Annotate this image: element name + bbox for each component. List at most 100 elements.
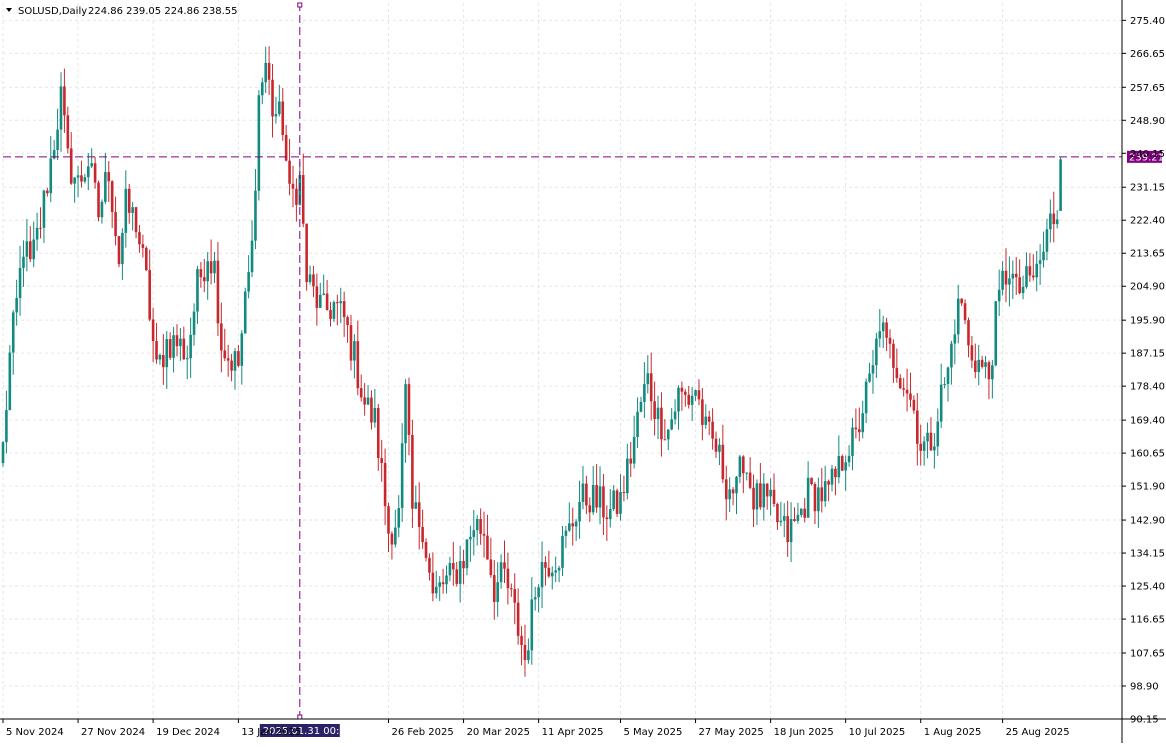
candle-bullish [318,294,322,308]
candle-bearish [295,188,298,205]
candle-bullish [728,489,731,500]
candle-bearish [731,489,735,494]
x-tick-label: 13 Jan 2025 [241,727,301,738]
candle-bearish [288,160,291,184]
candle-bearish [223,350,227,359]
candle-bullish [527,650,530,661]
candle-bullish [578,501,581,522]
candle-bullish [881,322,885,332]
candle-bearish [929,432,933,451]
candle-bearish [680,387,684,392]
candle-bullish [394,527,397,545]
candle-bearish [987,362,991,380]
candle-bearish [69,148,73,184]
candle-bearish [155,341,158,360]
candle-bullish [936,421,940,447]
candle-bearish [428,557,431,573]
candle-bearish [510,588,513,590]
candle-bearish [963,303,967,321]
candle-bearish [721,444,725,480]
candle-bullish [643,384,646,402]
candle-bearish [523,644,527,661]
candle-bearish [967,320,970,346]
candle-bullish [254,190,257,241]
candle-bearish [383,462,387,507]
candle-bearish [629,458,633,464]
candle-bullish [243,291,247,334]
candle-bearish [281,101,285,135]
candle-bullish [769,489,772,497]
crosshair-top-handle [297,2,303,8]
candle-bearish [216,260,220,324]
candle-bullish [56,129,59,151]
candle-bullish [165,339,169,368]
candle-bearish [182,338,186,360]
candle-bullish [1059,159,1062,211]
candle-bearish [1052,213,1056,225]
candle-bullish [690,395,694,405]
candle-bullish [851,427,854,456]
candle-bullish [8,352,12,411]
y-tick-label: 134.15 [1130,549,1165,560]
candle-bearish [571,523,575,527]
candle-bullish [1021,286,1025,294]
y-tick-label: 142.90 [1130,516,1165,527]
candle-bullish [646,373,650,385]
candle-bullish [86,166,90,178]
candle-bullish [673,411,677,420]
candle-bullish [1038,260,1042,264]
candle-bullish [18,268,22,298]
candle-bearish [162,354,165,368]
candle-bullish [448,562,452,576]
candle-bearish [810,477,813,485]
candle-bearish [980,359,984,367]
candle-bearish [793,519,796,521]
candle-bearish [663,439,667,441]
candle-bullish [670,419,673,430]
candle-bearish [820,487,824,502]
y-tick-label: 240.15 [1130,149,1165,160]
candle-bullish [817,487,820,512]
candle-bullish [339,301,343,304]
candle-bullish [257,95,261,191]
candle-bullish [537,587,540,598]
candle-bullish [475,518,479,531]
chart-window[interactable]: 239.21 2025.01.31 00:00 275.40 266.65 257.6… [0,0,1166,743]
ohlc-values: 224.86 239.05 224.86 238.55 [88,6,238,17]
candle-bearish [714,438,718,452]
candle-bullish [124,188,128,233]
candle-bearish [151,319,155,342]
candle-bearish [117,236,121,265]
candle-bearish [175,335,179,347]
candle-bullish [206,261,209,282]
candle-bearish [1028,266,1032,276]
candle-bullish [789,519,793,543]
candle-bullish [847,455,851,463]
candle-bearish [39,227,42,229]
candle-bullish [260,82,264,96]
candle-bullish [608,509,612,520]
candle-bullish [718,444,721,452]
candle-bullish [233,351,237,371]
candle-bearish [230,360,233,371]
candle-bearish [974,360,977,372]
candle-bearish [649,373,653,402]
candle-bearish [421,526,424,543]
candle-bearish [827,481,830,485]
candle-bullish [612,490,615,510]
candle-bearish [97,182,100,218]
candle-bearish [479,518,482,534]
candle-bullish [861,413,865,433]
candle-bullish [1049,213,1052,230]
y-tick-label: 257.65 [1130,83,1165,94]
candle-bearish [312,274,315,287]
candle-bearish [66,115,70,149]
y-tick-label: 195.90 [1130,316,1165,327]
candle-bullish [465,539,469,569]
candle-bullish [240,333,244,366]
candlestick-chart[interactable]: 239.212025.01.31 00:00 275.40266.65257.6… [0,0,1166,743]
y-tick-label: 107.65 [1130,649,1165,660]
candle-bullish [550,572,554,577]
candle-bullish [626,458,629,494]
chart-header: SOLUSD,Daily 224.86 239.05 224.86 238.55 [6,6,238,17]
